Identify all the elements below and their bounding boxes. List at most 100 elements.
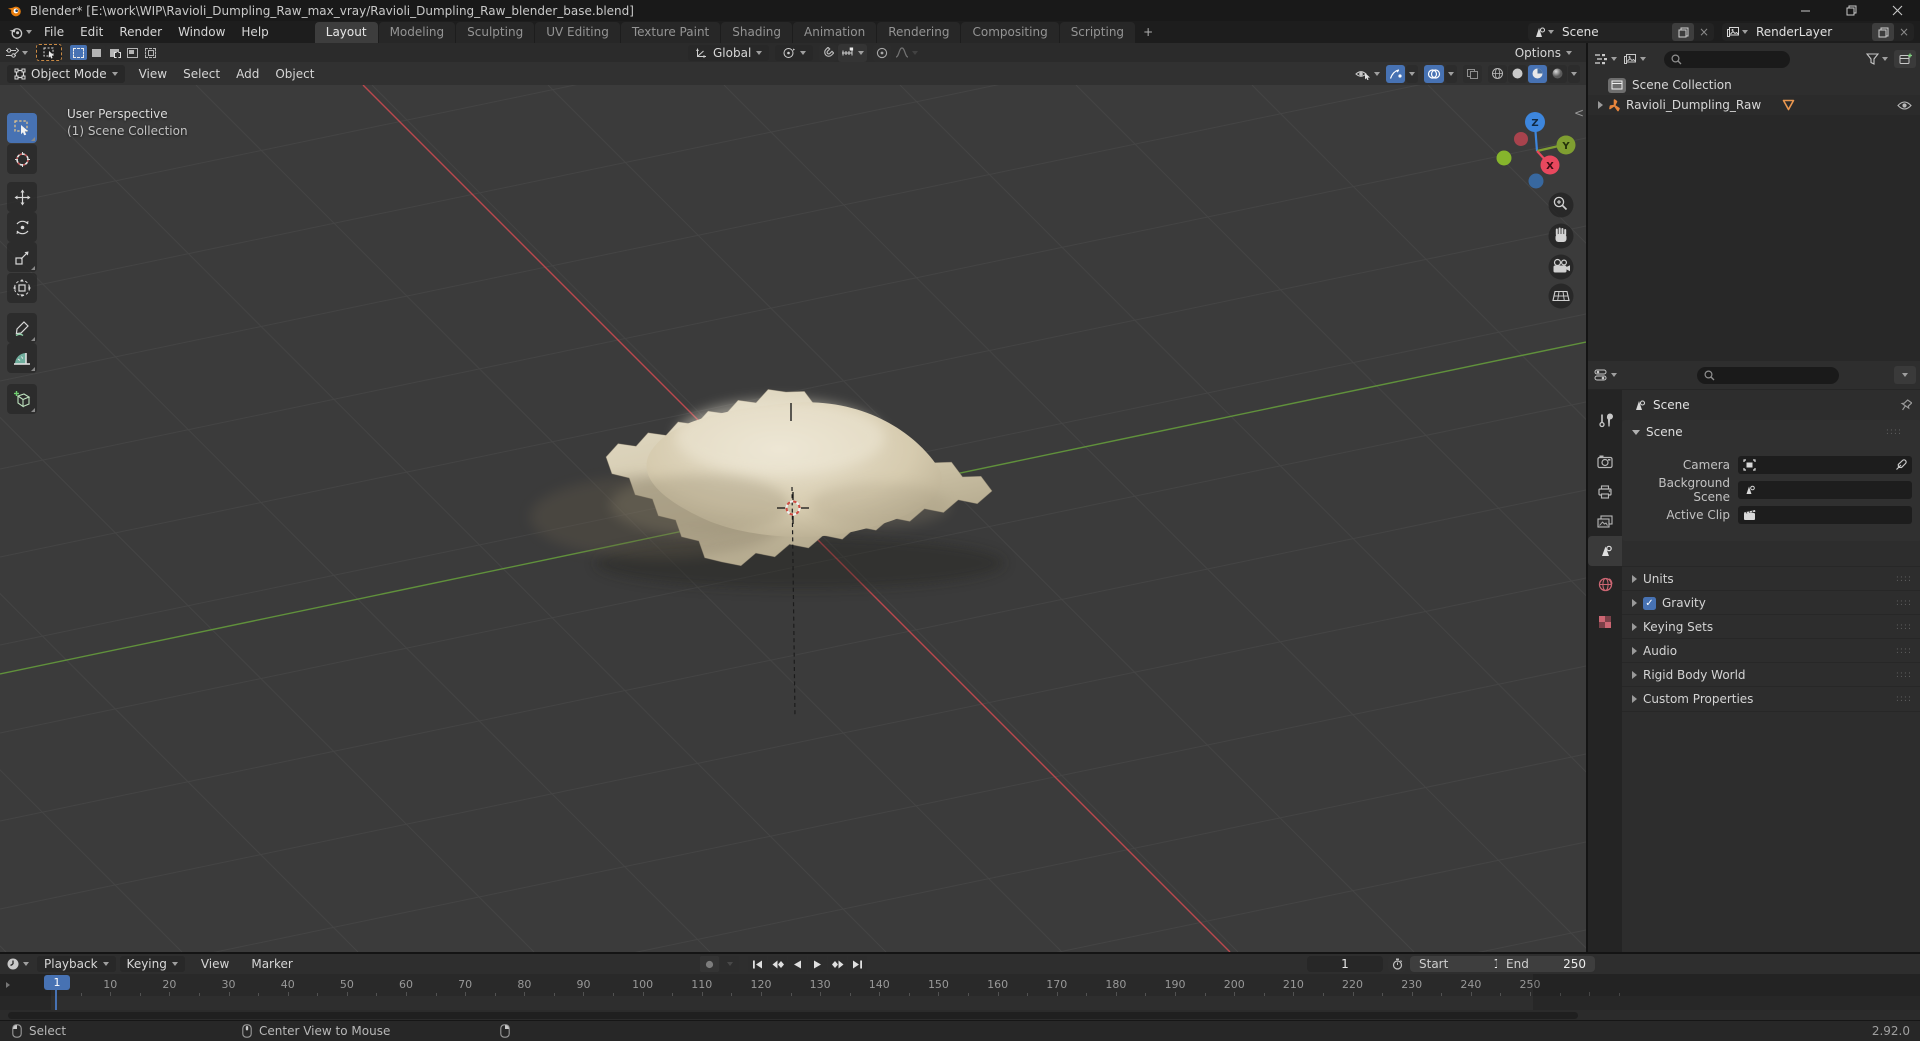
- timeline-hscrollbar[interactable]: [8, 1012, 1578, 1019]
- show-gizmo-toggle[interactable]: [1386, 64, 1405, 83]
- active-clip-field[interactable]: [1738, 505, 1912, 524]
- object-visibility-dropdown[interactable]: [1355, 68, 1380, 80]
- workspace-tab-shading[interactable]: Shading: [721, 22, 792, 43]
- options-dropdown[interactable]: Options: [1509, 44, 1578, 61]
- workspace-tab-sculpting[interactable]: Sculpting: [456, 22, 535, 43]
- remove-render-layer-icon[interactable]: ×: [1894, 25, 1914, 39]
- blender-menu-logo-icon[interactable]: [8, 25, 32, 40]
- render-layer-icon[interactable]: [1722, 26, 1752, 39]
- timeline-menu-marker[interactable]: Marker: [243, 954, 300, 974]
- copy-render-layer-icon[interactable]: [1872, 23, 1894, 41]
- toolbar-rotate-button[interactable]: [7, 212, 37, 242]
- viewport-menu-add[interactable]: Add: [228, 62, 267, 85]
- timeline-editor-icon[interactable]: [6, 957, 29, 971]
- toolbar-add-cube-button[interactable]: [7, 384, 37, 414]
- workspace-tab-animation[interactable]: Animation: [793, 22, 877, 43]
- playhead-line[interactable]: [55, 989, 57, 1010]
- snap-target-dropdown[interactable]: [838, 43, 868, 62]
- frame-end-field[interactable]: End 250: [1497, 956, 1595, 972]
- panel-rigid-body-world[interactable]: Rigid Body World::::: [1622, 662, 1920, 687]
- viewport-menu-select[interactable]: Select: [175, 62, 228, 85]
- gizmo-axis-neg-y[interactable]: [1496, 150, 1512, 166]
- outliner-filter-dropdown[interactable]: [1866, 53, 1888, 65]
- panel-custom-properties[interactable]: Custom Properties::::: [1622, 686, 1920, 712]
- play-button[interactable]: [808, 956, 827, 972]
- current-frame-field[interactable]: 1: [1307, 956, 1383, 972]
- navigation-gizmo[interactable]: Z Y X: [1496, 112, 1576, 189]
- new-collection-button[interactable]: [1894, 50, 1916, 68]
- tab-output[interactable]: [1588, 478, 1622, 506]
- pivot-point-dropdown[interactable]: [775, 44, 814, 61]
- menu-edit[interactable]: Edit: [72, 21, 111, 43]
- minimize-button[interactable]: [1782, 0, 1828, 21]
- proportional-falloff-dropdown[interactable]: [892, 44, 921, 62]
- gravity-checkbox[interactable]: ✓: [1643, 596, 1656, 610]
- timeline-menu-playback[interactable]: Playback: [37, 956, 116, 972]
- jump-to-start-button[interactable]: [748, 956, 767, 972]
- tab-render[interactable]: [1588, 448, 1622, 476]
- workspace-tab-compositing[interactable]: Compositing: [961, 22, 1059, 43]
- proportional-editing-toggle[interactable]: [873, 43, 892, 62]
- pan-button[interactable]: [1548, 223, 1574, 249]
- pin-icon[interactable]: [1900, 398, 1912, 412]
- play-reverse-button[interactable]: [788, 956, 807, 972]
- select-mode-invert-button[interactable]: [124, 45, 141, 60]
- jump-prev-keyframe-button[interactable]: [768, 956, 787, 972]
- gizmo-dropdown[interactable]: [1406, 64, 1418, 83]
- panel-audio[interactable]: Audio::::: [1622, 638, 1920, 663]
- shading-material-preview-button[interactable]: [1528, 64, 1547, 83]
- auto-keying-set-dropdown[interactable]: [720, 956, 739, 972]
- workspace-tab-modeling[interactable]: Modeling: [378, 22, 456, 43]
- expand-arrow-icon[interactable]: [1598, 101, 1603, 109]
- viewport-canvas[interactable]: Z Y X < User Perspective (1) Scene Colle…: [0, 85, 1586, 952]
- tab-view-layer[interactable]: [1588, 508, 1622, 536]
- tab-scene[interactable]: [1588, 536, 1622, 566]
- select-mode-extend-button[interactable]: [88, 45, 105, 60]
- scene-panel-header[interactable]: Scene ::::: [1622, 420, 1920, 444]
- menu-file[interactable]: File: [36, 21, 72, 43]
- zoom-button[interactable]: [1548, 192, 1574, 218]
- select-mode-intersect-button[interactable]: [142, 45, 159, 60]
- scene-icon[interactable]: [1528, 26, 1558, 39]
- camera-field[interactable]: [1738, 455, 1912, 474]
- auto-keying-record-button[interactable]: [700, 956, 719, 972]
- copy-scene-icon[interactable]: [1672, 23, 1694, 41]
- gizmo-axis-neg-x[interactable]: [1514, 132, 1528, 146]
- toolbar-move-button[interactable]: [7, 182, 37, 212]
- timeline-menu-view[interactable]: View: [193, 954, 237, 974]
- workspace-tab-layout[interactable]: Layout: [314, 22, 378, 43]
- scene-name[interactable]: Scene: [1558, 25, 1672, 39]
- background-scene-field[interactable]: [1738, 480, 1912, 499]
- toolbar-annotate-button[interactable]: [7, 313, 37, 343]
- active-tool-select-box-button[interactable]: [36, 44, 62, 61]
- workspace-tab-rendering[interactable]: Rendering: [877, 22, 961, 43]
- toggle-ortho-button[interactable]: [1548, 283, 1574, 309]
- select-mode-subtract-button[interactable]: [106, 45, 123, 60]
- toolbar-scale-button[interactable]: [7, 242, 37, 272]
- tab-world[interactable]: [1588, 570, 1622, 598]
- outliner-display-mode-dropdown[interactable]: [1623, 53, 1646, 66]
- shading-wireframe-button[interactable]: [1488, 64, 1507, 83]
- timeline-menu-keying[interactable]: Keying: [119, 956, 185, 972]
- outliner-row-scene-collection[interactable]: Scene Collection: [1588, 75, 1920, 95]
- jump-next-keyframe-button[interactable]: [828, 956, 847, 972]
- close-button[interactable]: [1874, 0, 1920, 21]
- jump-to-end-button[interactable]: [848, 956, 867, 972]
- render-layer-name[interactable]: RenderLayer: [1752, 25, 1872, 39]
- menu-help[interactable]: Help: [233, 21, 276, 43]
- unlink-scene-icon[interactable]: ×: [1694, 25, 1714, 39]
- transform-orientation-dropdown[interactable]: Global: [688, 44, 770, 61]
- workspace-tab-uv-editing[interactable]: UV Editing: [535, 22, 620, 43]
- xray-toggle[interactable]: [1463, 64, 1482, 83]
- properties-editor-icon[interactable]: [1594, 369, 1617, 381]
- viewport-menu-object[interactable]: Object: [267, 62, 322, 85]
- workspace-tab-scripting[interactable]: Scripting: [1059, 22, 1136, 43]
- preview-range-stopwatch-button[interactable]: [1388, 956, 1406, 972]
- current-frame-indicator[interactable]: 1: [44, 975, 70, 990]
- outliner-search-input[interactable]: [1664, 50, 1790, 68]
- restore-button[interactable]: [1828, 0, 1874, 21]
- select-mode-set-button[interactable]: [70, 45, 87, 60]
- panel-units[interactable]: Units::::: [1622, 566, 1920, 591]
- toolbar-cursor-button[interactable]: [7, 144, 37, 174]
- panel-gravity[interactable]: ✓ Gravity::::: [1622, 590, 1920, 615]
